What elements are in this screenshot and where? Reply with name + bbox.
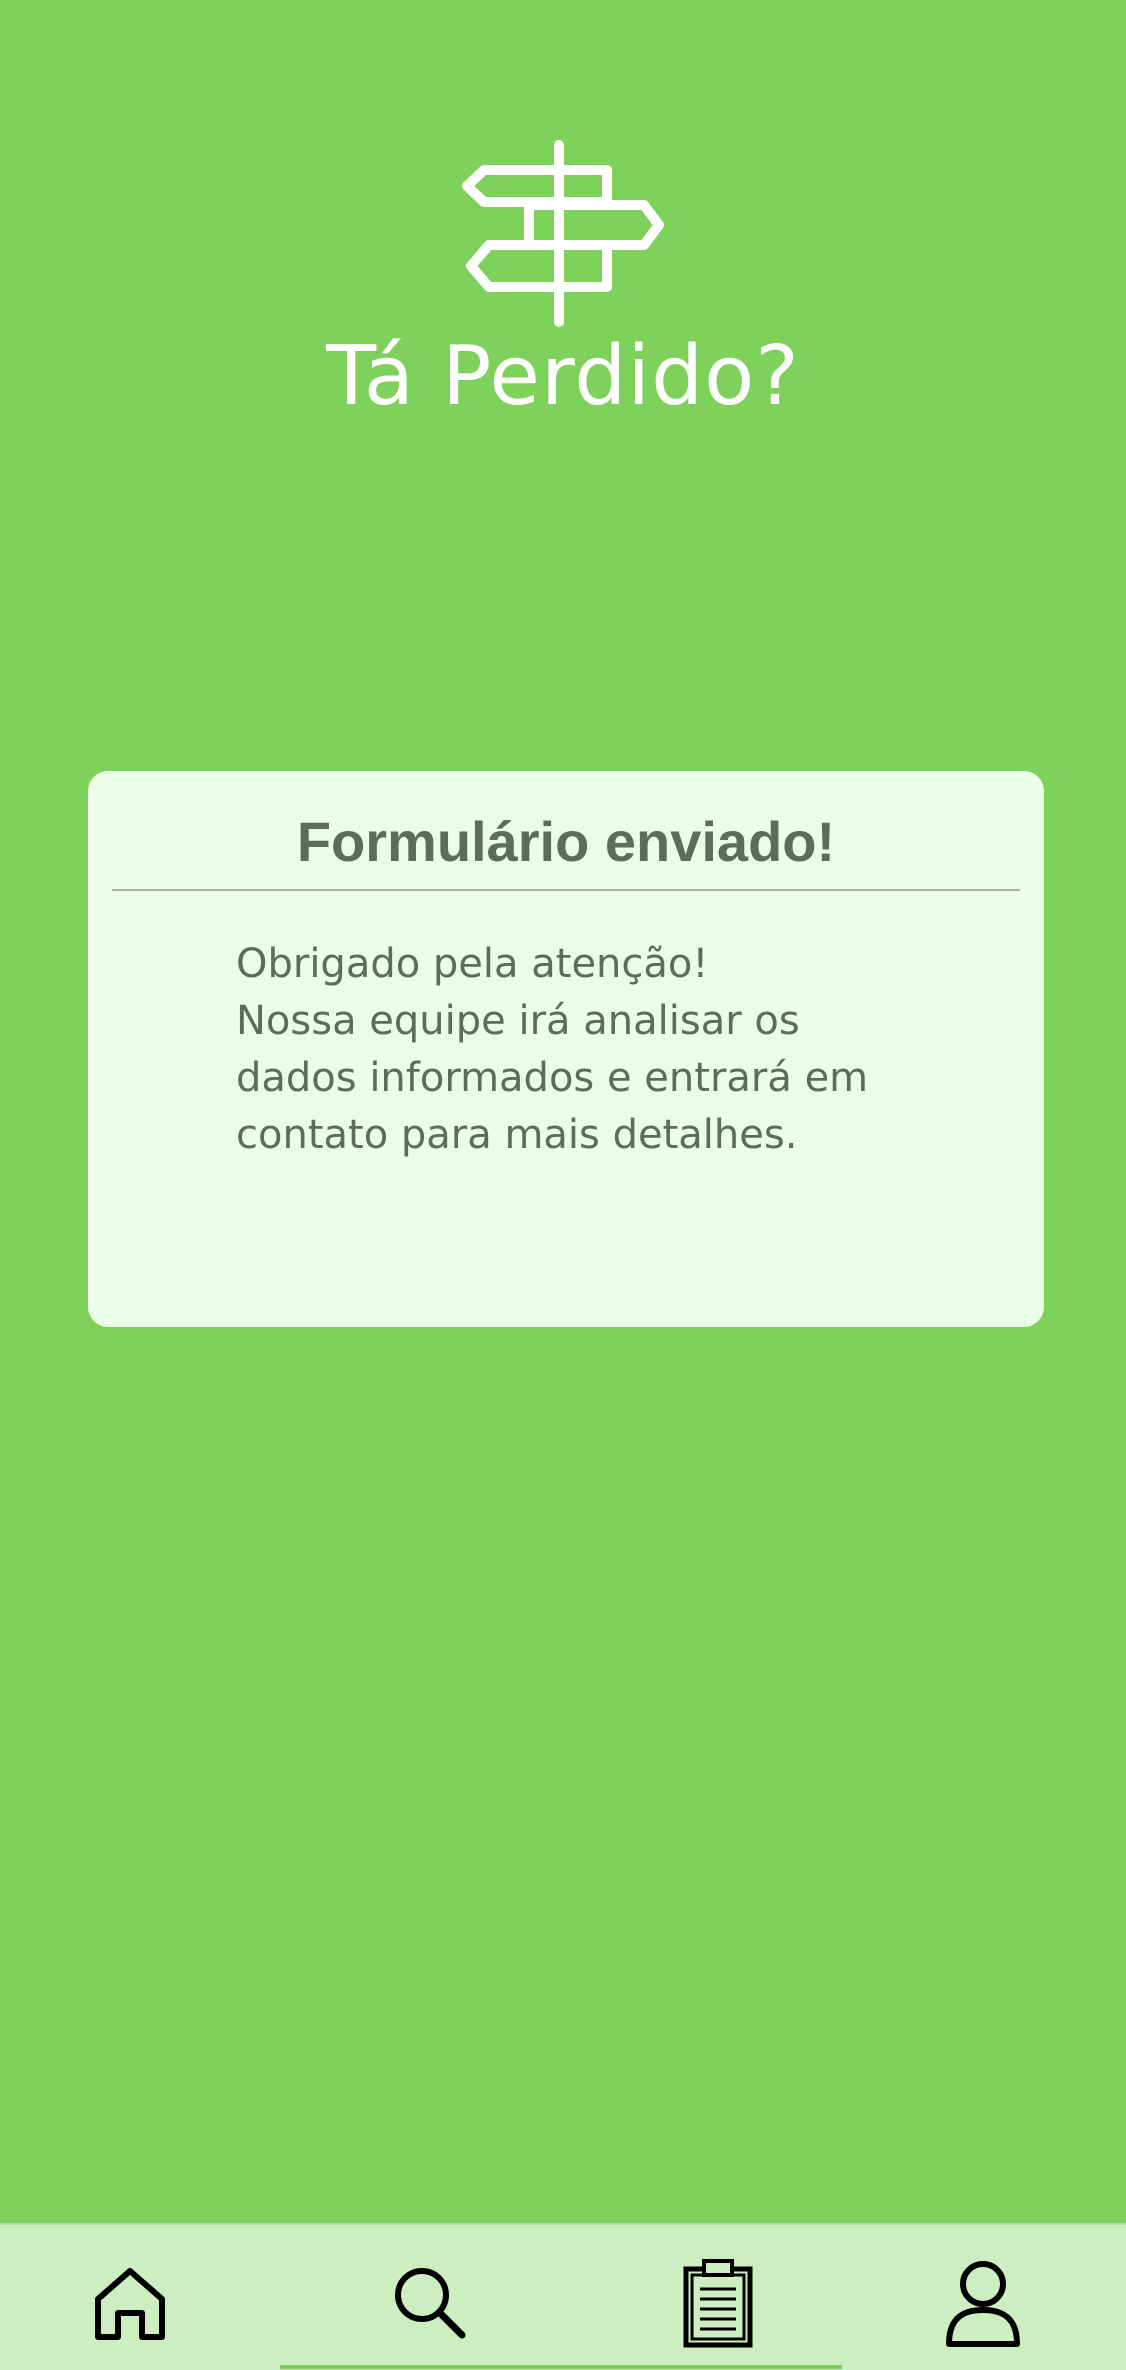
home-icon xyxy=(95,2268,165,2340)
card-title: Formulário enviado! xyxy=(296,810,836,873)
nav-profile-button[interactable] xyxy=(933,2255,1033,2351)
nav-reports-button[interactable] xyxy=(668,2255,768,2351)
app-title: Tá Perdido? xyxy=(326,329,800,424)
user-icon xyxy=(946,2261,1020,2347)
active-tab-indicator xyxy=(280,2365,842,2369)
card-message: Obrigado pela atenção! Nossa equipe irá … xyxy=(236,941,869,1158)
signpost-icon xyxy=(462,140,664,327)
search-icon xyxy=(395,2268,466,2339)
confirmation-card: Formulário enviado! Obrigado pela atençã… xyxy=(88,771,1044,1327)
card-divider xyxy=(112,889,1020,891)
nav-home-button[interactable] xyxy=(80,2255,180,2351)
clipboard-icon xyxy=(683,2259,753,2348)
bottom-navigation xyxy=(0,2223,1126,2370)
nav-search-button[interactable] xyxy=(380,2255,480,2351)
